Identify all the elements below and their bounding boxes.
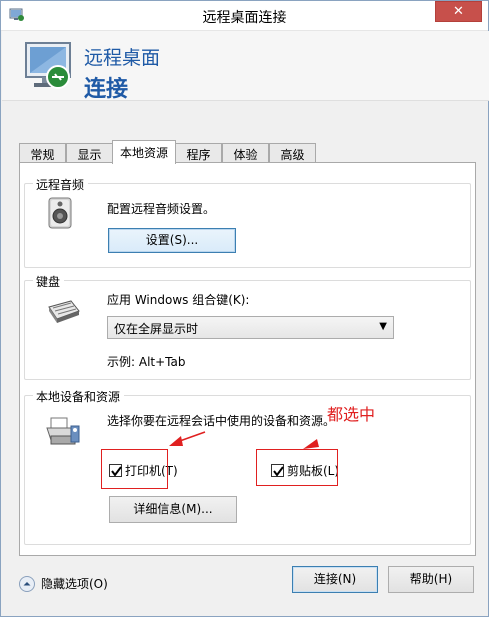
speaker-icon	[48, 197, 72, 229]
window-title: 远程桌面连接	[202, 10, 287, 26]
annotation-text: 都选中	[327, 405, 376, 424]
printer-device-icon	[46, 417, 80, 445]
keyboard-example: 示例: Alt+Tab	[107, 355, 186, 369]
tab-local-resources[interactable]: 本地资源	[112, 140, 176, 164]
banner-title-line2: 连接	[84, 77, 129, 102]
local-devices-group-label: 本地设备和资源	[33, 388, 125, 405]
remote-desktop-monitor-icon	[25, 42, 71, 89]
keyboard-group-label: 键盘	[33, 273, 65, 290]
local-devices-group: 本地设备和资源 选择你要在远程会话中使用的设备和资源。 打印机(T) 剪贴板(L…	[24, 388, 471, 545]
tab-label: 本地资源	[119, 146, 168, 160]
banner-title-line1: 远程桌面	[84, 47, 161, 69]
tab-experience[interactable]: 体验	[222, 143, 269, 163]
local-devices-description: 选择你要在远程会话中使用的设备和资源。	[107, 414, 336, 428]
chevron-up-icon	[19, 575, 35, 592]
windows-key-combination-select[interactable]: 仅在全屏显示时 ▼	[107, 316, 394, 339]
hide-options-toggle[interactable]: 隐藏选项(O)	[19, 575, 108, 592]
tab-programs[interactable]: 程序	[175, 143, 222, 163]
chevron-down-icon: ▼	[379, 321, 387, 332]
remote-desktop-window: 远程桌面连接 ✕ 远程桌面 连接 常规 显示 本地资源 程序 体验 高级 远程音…	[0, 0, 489, 617]
close-icon: ✕	[453, 4, 464, 19]
tab-label: 常规	[30, 148, 55, 162]
arrow-icon	[169, 431, 206, 446]
printer-highlight-box	[101, 449, 168, 489]
help-button[interactable]: 帮助(H)	[388, 566, 474, 593]
local-resources-panel: 远程音频 配置远程音频设置。 设置(S)... 键盘 应用 Windows 组合…	[19, 162, 476, 556]
tab-display[interactable]: 显示	[66, 143, 113, 163]
tab-label: 显示	[77, 148, 102, 162]
tab-advanced[interactable]: 高级	[269, 143, 316, 163]
tab-label: 体验	[233, 148, 258, 162]
remote-audio-description: 配置远程音频设置。	[107, 202, 216, 216]
tab-general[interactable]: 常规	[19, 143, 66, 163]
header-banner: 远程桌面 连接	[2, 31, 489, 102]
title-bar: 远程桌面连接 ✕	[1, 1, 488, 31]
audio-settings-button[interactable]: 设置(S)...	[108, 228, 236, 253]
remote-audio-group-label: 远程音频	[33, 176, 89, 193]
keyboard-description: 应用 Windows 组合键(K):	[107, 293, 250, 307]
tab-label: 程序	[186, 148, 211, 162]
connect-button[interactable]: 连接(N)	[292, 566, 378, 593]
close-button[interactable]: ✕	[435, 1, 482, 22]
details-button[interactable]: 详细信息(M)...	[109, 496, 237, 523]
clipboard-highlight-box	[256, 449, 338, 486]
remote-audio-group: 远程音频 配置远程音频设置。 设置(S)...	[24, 176, 471, 268]
keyboard-icon	[48, 300, 80, 323]
hide-options-label: 隐藏选项(O)	[41, 577, 108, 591]
arrow-icon	[303, 439, 319, 449]
tab-label: 高级	[280, 148, 305, 162]
select-value: 仅在全屏显示时	[114, 322, 199, 336]
keyboard-group: 键盘 应用 Windows 组合键(K): 仅在全屏显示时 ▼ 示例: Alt+…	[24, 273, 471, 380]
